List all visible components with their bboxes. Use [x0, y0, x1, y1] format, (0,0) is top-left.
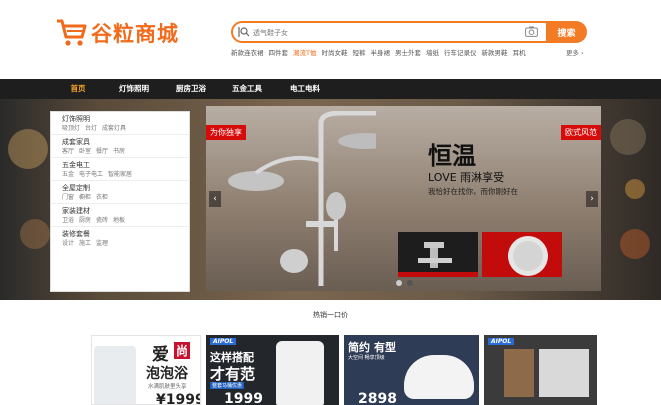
category-link[interactable]: 五金 [62, 170, 74, 179]
nav-item-home[interactable]: 首页 [58, 79, 98, 99]
category-menu: 灯饰照明 吸顶灯 台灯 成套灯具 成套家具 客厅 卧室 餐厅 书房 五金电工 五… [50, 111, 190, 292]
product-card[interactable]: 简约 有型 大空间 畅享顶级 2898 [344, 335, 479, 405]
product-text: 简约 [348, 341, 370, 354]
bathtub-image [404, 355, 474, 399]
category-link[interactable]: 台灯 [85, 124, 97, 133]
hero-tag: 欧式风范 [561, 125, 601, 140]
logo-text: 谷粒商城 [91, 22, 179, 46]
category-group: 灯饰照明 吸顶灯 台灯 成套灯具 [51, 112, 189, 135]
category-group: 全屋定制 门窗 橱柜 衣柜 [51, 181, 189, 204]
category-link[interactable]: 智能家居 [108, 170, 132, 179]
nav-item-lighting[interactable]: 灯饰照明 [109, 79, 159, 99]
header: 谷粒商城 搜索 新款连衣裙 四件套 潮流T恤 时尚女鞋 短裤 半身裙 男士外套 [0, 0, 661, 76]
category-link[interactable]: 瓷砖 [96, 216, 108, 225]
category-link[interactable]: 地板 [113, 216, 125, 225]
product-text: 泡泡浴 [146, 366, 188, 382]
camera-icon[interactable] [525, 26, 538, 37]
product-text: 有型 [374, 341, 396, 354]
category-link[interactable]: 餐厅 [96, 147, 108, 156]
product-card[interactable]: 爱 尚 泡泡浴 水满肌肤里头享 ¥1999 [91, 335, 201, 405]
search-button[interactable]: 搜索 [546, 21, 587, 43]
category-link[interactable]: 吸顶灯 [62, 124, 80, 133]
category-link[interactable]: 客厅 [62, 147, 74, 156]
category-title[interactable]: 成套家具 [62, 138, 178, 147]
faucet-thumbnail [398, 232, 478, 277]
category-link[interactable]: 门窗 [62, 193, 74, 202]
product-text: 才有范 [210, 365, 256, 383]
category-link[interactable]: 电子电工 [79, 170, 103, 179]
hot-word[interactable]: 时尚女鞋 [321, 47, 347, 57]
hot-word[interactable]: 潮流T恤 [293, 47, 316, 57]
hero-subtitle: LOVE 雨淋享受 [428, 171, 505, 184]
category-group: 成套家具 客厅 卧室 餐厅 书房 [51, 135, 189, 158]
hot-word[interactable]: 新款连衣裙 [231, 47, 264, 57]
search-icon [238, 27, 250, 37]
hot-words: 新款连衣裙 四件套 潮流T恤 时尚女鞋 短裤 半身裙 男士外套 墙纸 行车记录仪… [231, 47, 525, 57]
nav-item-electrical[interactable]: 电工电料 [278, 79, 332, 99]
category-group: 装修套餐 设计 施工 监理 [51, 227, 189, 250]
product-text: 整套马桶优惠 [210, 382, 245, 389]
hot-word[interactable]: 短裤 [352, 47, 365, 57]
mirror-image [539, 349, 589, 397]
toilet-image [276, 341, 324, 405]
nav-item-hardware[interactable]: 五金工具 [222, 79, 272, 99]
bathtub-image [94, 346, 136, 404]
product-price: 2898 [358, 391, 397, 405]
hero-title: 恒温 [428, 142, 476, 170]
hot-word[interactable]: 耳机 [512, 47, 525, 57]
category-link[interactable]: 衣柜 [96, 193, 108, 202]
product-text: 水满肌肤里头享 [148, 384, 187, 390]
hero-slogan: 我恰好在找你，而你刚好在 [428, 187, 518, 196]
category-link[interactable]: 成套灯具 [102, 124, 126, 133]
hot-word[interactable]: 四件套 [269, 47, 289, 57]
category-link[interactable]: 监理 [96, 239, 108, 248]
category-group: 家装建材 卫浴 厨房 瓷砖 地板 [51, 204, 189, 227]
search-input[interactable] [253, 24, 513, 41]
category-title[interactable]: 家装建材 [62, 207, 178, 216]
page: 谷粒商城 搜索 新款连衣裙 四件套 潮流T恤 时尚女鞋 短裤 半身裙 男士外套 [0, 0, 661, 405]
hot-word[interactable]: 半身裙 [370, 47, 390, 57]
product-text: 爱 [152, 345, 169, 365]
carousel-dot[interactable] [396, 280, 402, 286]
category-title[interactable]: 装修套餐 [62, 230, 178, 239]
cabinet-image [504, 349, 534, 397]
category-link[interactable]: 书房 [113, 147, 125, 156]
hot-word[interactable]: 新款男鞋 [481, 47, 507, 57]
shopping-cart-icon [57, 19, 87, 46]
carousel-dot-active[interactable] [407, 280, 413, 286]
category-title[interactable]: 灯饰照明 [62, 115, 178, 124]
showerhead-thumbnail [482, 232, 562, 277]
category-link[interactable]: 施工 [79, 239, 91, 248]
product-price: 1999 [224, 391, 263, 405]
category-title[interactable]: 全屋定制 [62, 184, 178, 193]
category-group: 五金电工 五金 电子电工 智能家居 [51, 158, 189, 181]
logo[interactable]: 谷粒商城 [55, 18, 179, 48]
hot-word[interactable]: 男士外套 [395, 47, 421, 57]
section-title: 热销一口价 [313, 311, 348, 319]
hero-carousel[interactable]: 为你独享 欧式风范 恒温 LOVE 雨淋享受 我恰好在找你，而你刚好在 ‹ › [206, 106, 601, 291]
product-brand: AIPOL [488, 338, 515, 345]
product-text: 尚 [174, 342, 191, 359]
search-box [231, 21, 546, 43]
category-link[interactable]: 设计 [62, 239, 74, 248]
carousel-prev-arrow[interactable]: ‹ [209, 191, 221, 207]
category-link[interactable]: 卧室 [79, 147, 91, 156]
category-link[interactable]: 卫浴 [62, 216, 74, 225]
carousel-dots [396, 280, 413, 286]
category-link[interactable]: 橱柜 [79, 193, 91, 202]
carousel-next-arrow[interactable]: › [586, 191, 598, 207]
shower-head-image [228, 111, 376, 286]
more-link[interactable]: 更多 › [566, 47, 584, 57]
product-brand: AIPOL [210, 338, 237, 345]
product-text: 大空间 畅享顶级 [348, 355, 385, 361]
hot-word[interactable]: 墙纸 [426, 47, 439, 57]
main-nav: 首页 灯饰照明 厨房卫浴 五金工具 电工电料 [0, 79, 661, 99]
category-title[interactable]: 五金电工 [62, 161, 178, 170]
category-link[interactable]: 厨房 [79, 216, 91, 225]
hot-word[interactable]: 行车记录仪 [444, 47, 477, 57]
product-card[interactable]: AIPOL 这样搭配 才有范 整套马桶优惠 1999 [206, 335, 339, 405]
product-price: ¥1999 [156, 392, 201, 405]
product-card[interactable]: AIPOL [484, 335, 597, 405]
nav-item-kitchen-bath[interactable]: 厨房卫浴 [166, 79, 216, 99]
